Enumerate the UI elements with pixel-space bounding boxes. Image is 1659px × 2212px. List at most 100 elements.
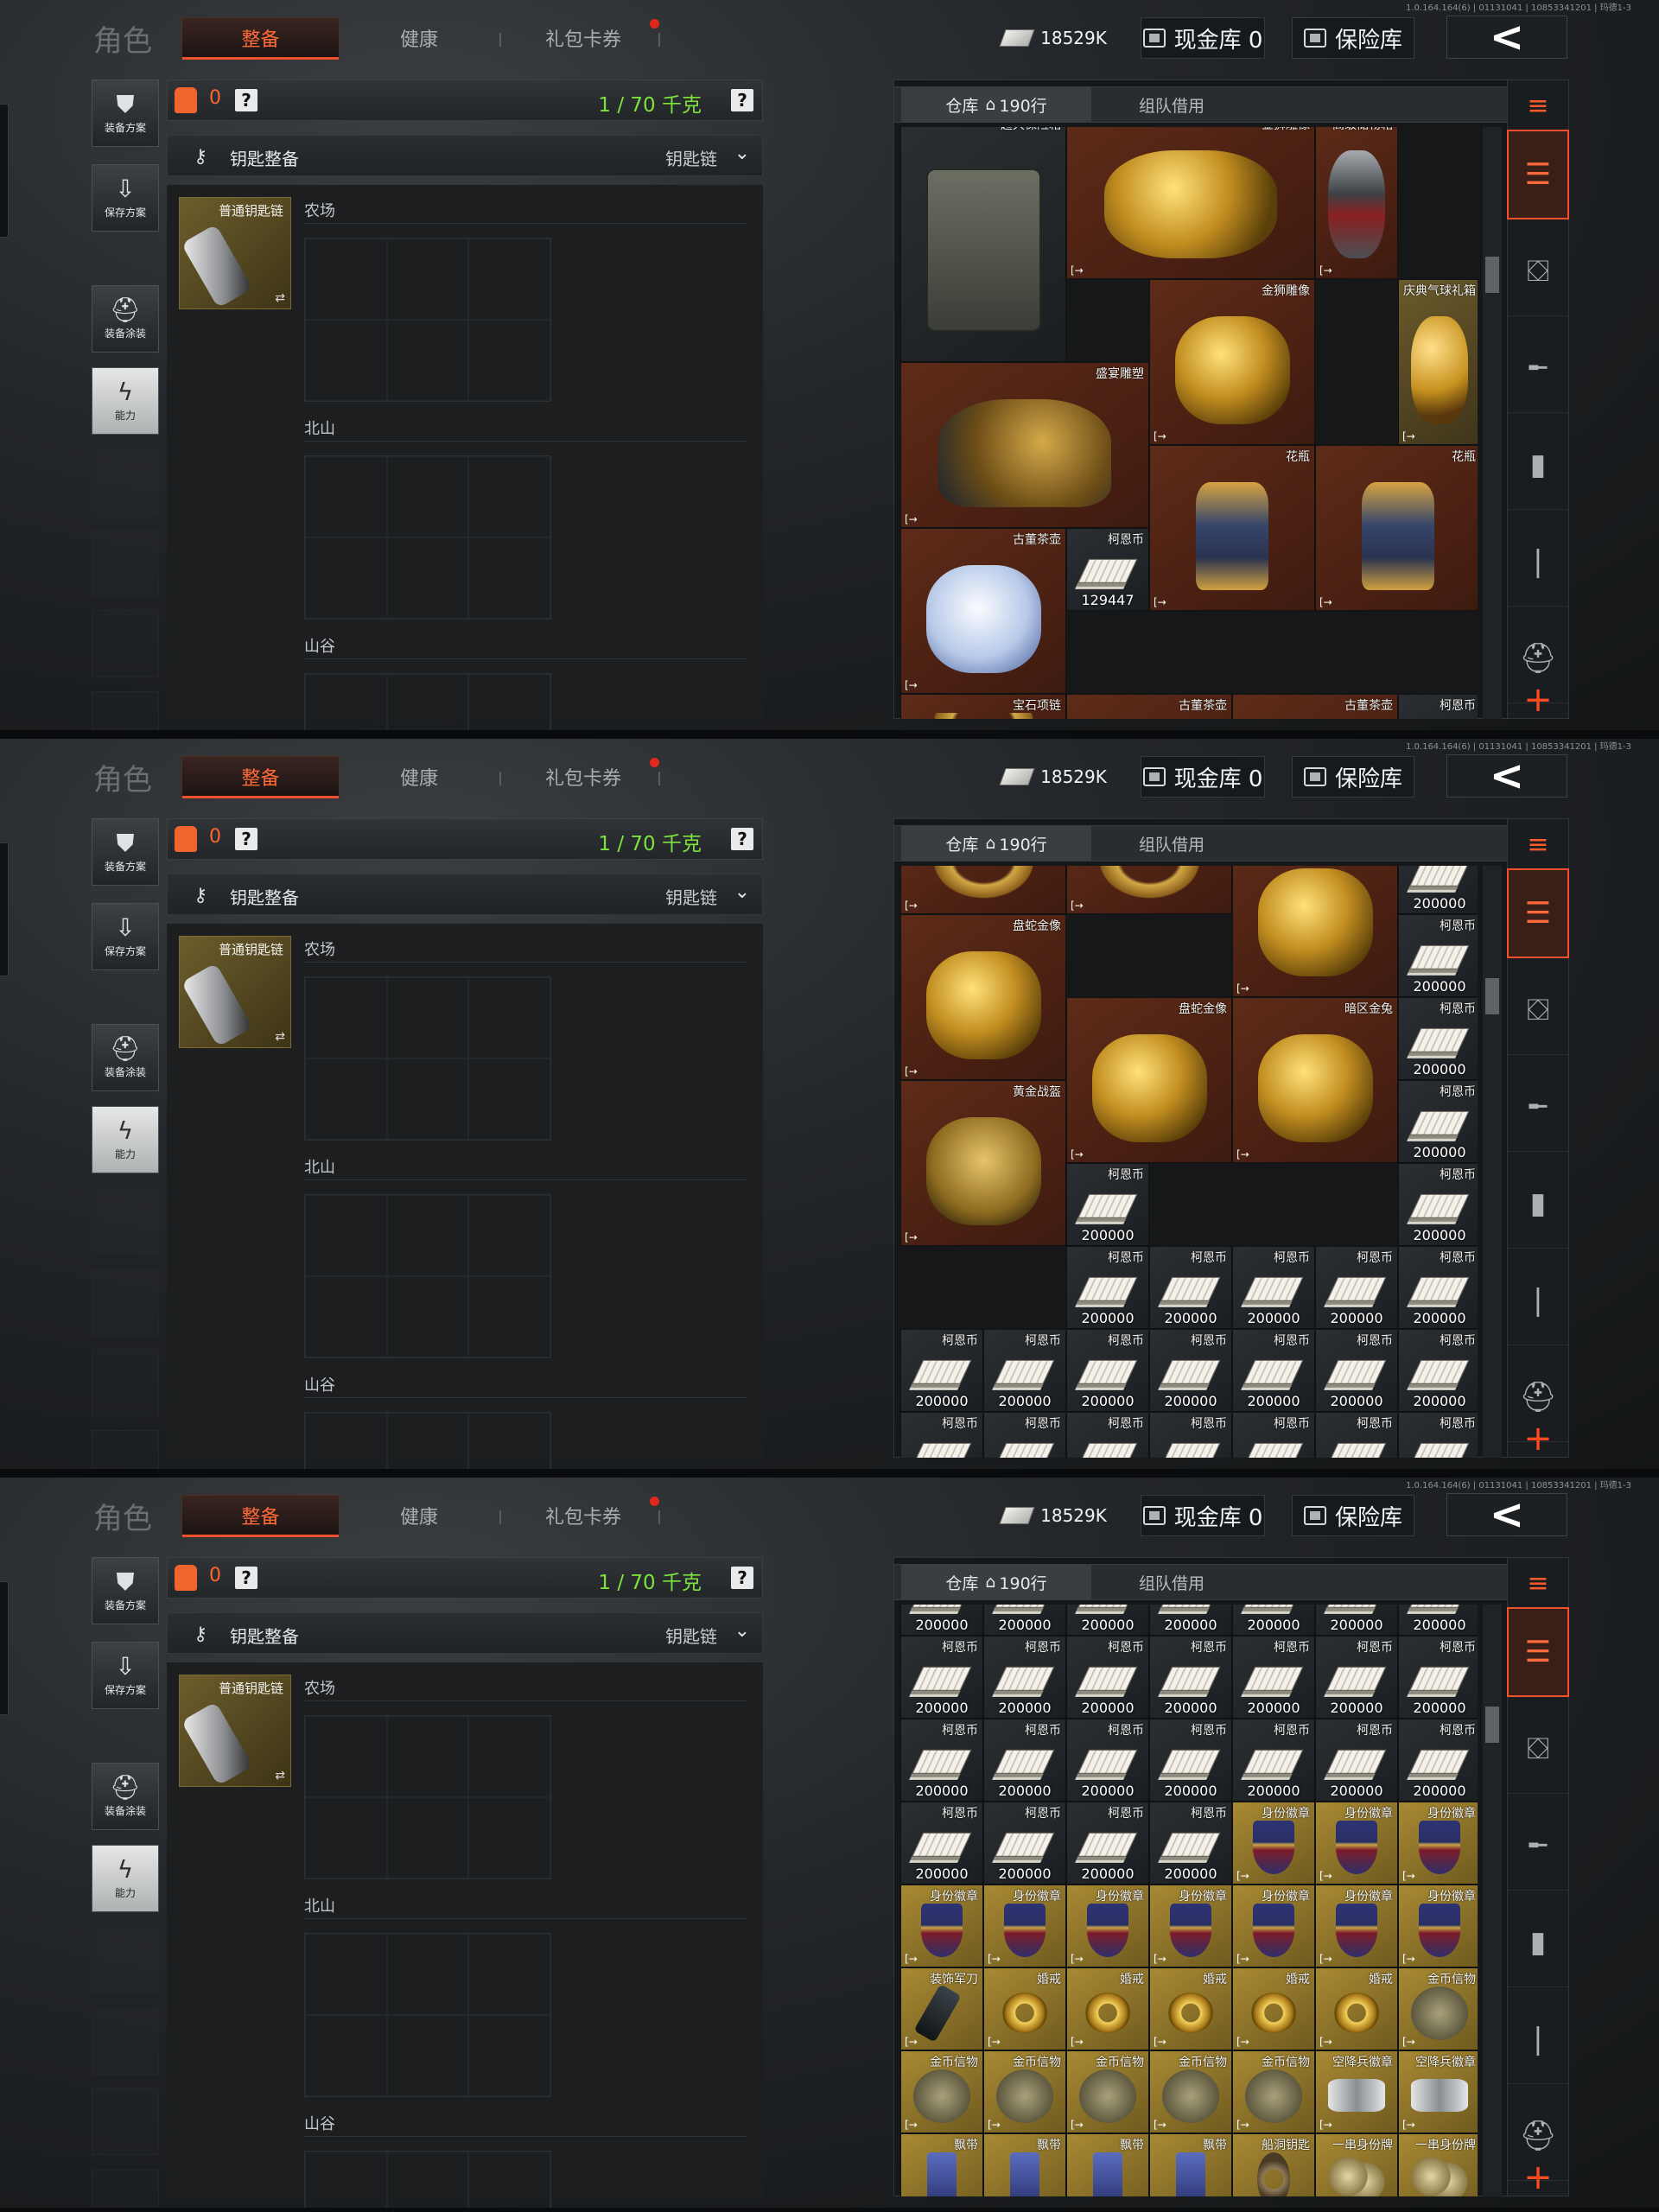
storage-item[interactable]: 200000 xyxy=(1066,1605,1149,1636)
storage-scrollbar[interactable] xyxy=(1483,1605,1502,2196)
storage-item[interactable]: 盘蛇金像 [→ xyxy=(900,914,1066,1080)
storage-item[interactable]: 柯恩币200000 xyxy=(1315,1246,1398,1329)
side-save-button[interactable]: ⇩ 保存方案 xyxy=(92,1642,159,1709)
key-slot[interactable] xyxy=(386,1797,469,1878)
key-slot[interactable] xyxy=(468,1934,550,2015)
storage-item[interactable]: 船洞钥匙[→ xyxy=(1232,2133,1315,2196)
side-ability-button[interactable]: ϟ 能力 xyxy=(92,1845,159,1912)
side-save-button[interactable]: ⇩ 保存方案 xyxy=(92,903,159,970)
storage-item[interactable]: 空降兵徽章 [→ xyxy=(1398,2050,1478,2133)
key-slot[interactable] xyxy=(468,1797,550,1878)
storage-item[interactable]: 柯恩币200000 xyxy=(1232,1329,1315,1412)
keychain-item[interactable]: 普通钥匙链 ⇄ xyxy=(179,197,291,309)
storage-item[interactable]: 空降兵徽章 [→ xyxy=(1315,2050,1398,2133)
key-slot[interactable] xyxy=(386,1934,469,2015)
key-slot[interactable] xyxy=(305,1934,387,2015)
storage-item[interactable]: 身份徽章 [→ xyxy=(1149,1885,1232,1967)
tab-health[interactable]: 健康 xyxy=(346,756,493,798)
chevron-down-icon[interactable]: ⌄ xyxy=(734,881,750,903)
storage-item[interactable]: 古董茶壶[→ xyxy=(1232,694,1398,719)
key-slot[interactable] xyxy=(468,2152,550,2208)
storage-item[interactable]: 婚戒 [→ xyxy=(1149,1967,1232,2050)
cash-vault-button[interactable]: 现金库 0 xyxy=(1141,756,1265,798)
storage-item[interactable]: 柯恩币200000 xyxy=(1315,1412,1398,1458)
stack-icon[interactable]: ☰ xyxy=(1507,130,1569,219)
scroll-thumb[interactable] xyxy=(1485,257,1499,293)
storage-item[interactable]: 200000 xyxy=(1149,1605,1232,1636)
tab-team-borrow[interactable]: 组队借用 xyxy=(1098,826,1245,861)
key-slot[interactable] xyxy=(386,320,469,401)
key-slot[interactable] xyxy=(468,456,550,537)
magazine-icon[interactable]: ▮ xyxy=(1507,420,1569,510)
bullet-icon[interactable]: ❘ xyxy=(1507,1994,1569,2084)
key-slot[interactable] xyxy=(305,1276,387,1357)
tab-gift[interactable]: 礼包卡券 xyxy=(501,1495,665,1536)
storage-item[interactable]: 宝石项链[→ xyxy=(900,694,1066,719)
tab-gift[interactable]: 礼包卡券 xyxy=(501,17,665,59)
key-slot-grid[interactable] xyxy=(304,976,551,1141)
backpack-icon[interactable]: ⛋ xyxy=(1507,1704,1569,1794)
tab-equip[interactable]: 整备 xyxy=(181,17,340,60)
storage-item[interactable]: 飘带[→ xyxy=(900,2133,983,2196)
key-slot-grid[interactable] xyxy=(304,1933,551,2097)
side-skin-button[interactable]: ⛑ 装备涂装 xyxy=(92,1763,159,1830)
storage-item[interactable]: 柯恩币200000 xyxy=(1149,1412,1232,1458)
storage-item[interactable]: 柯恩币200000 xyxy=(1149,1802,1232,1885)
storage-item[interactable]: 柯恩币200000 xyxy=(1149,1246,1232,1329)
storage-grid[interactable]: 超大保险箱金狮雕像[→高级储物箱[→金狮雕像[→庆典气球礼箱[→盛宴雕塑[→花瓶… xyxy=(900,127,1478,719)
safe-button[interactable]: 保险库 xyxy=(1292,1495,1414,1536)
side-plan-button[interactable]: ⛊ 装备方案 xyxy=(92,79,159,147)
storage-item[interactable]: 柯恩币200000 xyxy=(983,1719,1066,1802)
help-icon[interactable]: ? xyxy=(235,1567,257,1589)
keychain-select[interactable]: 钥匙链 xyxy=(665,884,717,909)
tab-team-borrow[interactable]: 组队借用 xyxy=(1098,87,1245,122)
key-slot[interactable] xyxy=(386,456,469,537)
key-slot[interactable] xyxy=(386,977,469,1058)
tab-equip[interactable]: 整备 xyxy=(181,756,340,798)
storage-item[interactable]: 200000 xyxy=(900,1605,983,1636)
bullet-icon[interactable]: ❘ xyxy=(1507,517,1569,607)
storage-item[interactable]: 一串身份牌[→ xyxy=(1398,2133,1478,2196)
sort-button[interactable]: ≡ xyxy=(1507,823,1569,866)
storage-item[interactable]: 柯恩币200000 xyxy=(983,1412,1066,1458)
tab-health[interactable]: 健康 xyxy=(346,17,493,59)
cash-vault-button[interactable]: 现金库 0 xyxy=(1141,17,1265,59)
key-slot[interactable] xyxy=(468,1716,550,1797)
storage-item[interactable]: 婚戒 [→ xyxy=(1232,1967,1315,2050)
key-slot[interactable] xyxy=(468,674,550,730)
storage-item[interactable]: 一串身份牌[→ xyxy=(1315,2133,1398,2196)
rifle-icon[interactable]: ╾ xyxy=(1507,1801,1569,1891)
storage-item[interactable]: 盛宴雕塑 [→ xyxy=(900,362,1149,528)
sort-button[interactable]: ≡ xyxy=(1507,84,1569,127)
key-loadout-row[interactable]: ⚷ 钥匙整备 钥匙链 ⌄ xyxy=(167,1612,763,1654)
key-slot[interactable] xyxy=(386,1276,469,1357)
back-button[interactable]: < xyxy=(1446,1491,1567,1539)
storage-item[interactable]: 200000 xyxy=(1398,1605,1478,1636)
left-edge-handle[interactable] xyxy=(0,104,9,238)
storage-grid[interactable]: 200000 200000 200000 200000 200000 200000 2000… xyxy=(900,1605,1478,2196)
storage-item[interactable]: 柯恩币200000 xyxy=(1232,1412,1315,1458)
storage-scrollbar[interactable] xyxy=(1483,127,1502,719)
storage-item[interactable]: 身份徽章 [→ xyxy=(1398,1802,1478,1885)
weight-help-icon[interactable]: ? xyxy=(731,1567,753,1589)
keychain-select[interactable]: 钥匙链 xyxy=(665,1623,717,1648)
storage-item[interactable]: 柯恩币200000 xyxy=(1398,866,1478,914)
safe-button[interactable]: 保险库 xyxy=(1292,756,1414,798)
key-slot[interactable] xyxy=(468,1276,550,1357)
key-slot[interactable] xyxy=(468,1413,550,1469)
key-slot[interactable] xyxy=(468,2015,550,2096)
left-edge-handle[interactable] xyxy=(0,842,9,976)
key-slot[interactable] xyxy=(305,1058,387,1140)
storage-grid[interactable]: [→宝石项链[→盘蛇金像[→柯恩币200000柯恩币200000盘蛇金像[→柯恩… xyxy=(900,866,1478,1458)
key-slot-grid[interactable] xyxy=(304,673,551,730)
key-slot[interactable] xyxy=(468,1058,550,1140)
key-loadout-row[interactable]: ⚷ 钥匙整备 钥匙链 ⌄ xyxy=(167,135,763,176)
key-slot[interactable] xyxy=(468,1195,550,1276)
rifle-icon[interactable]: ╾ xyxy=(1507,323,1569,413)
key-slot-grid[interactable] xyxy=(304,1715,551,1879)
side-skin-button[interactable]: ⛑ 装备涂装 xyxy=(92,1024,159,1091)
storage-item[interactable]: 金币信物 [→ xyxy=(983,2050,1066,2133)
storage-item[interactable]: 飘带[→ xyxy=(1149,2133,1232,2196)
storage-item[interactable]: 柯恩币200000 xyxy=(1066,1412,1149,1458)
storage-item[interactable]: 金币信物 [→ xyxy=(1066,2050,1149,2133)
